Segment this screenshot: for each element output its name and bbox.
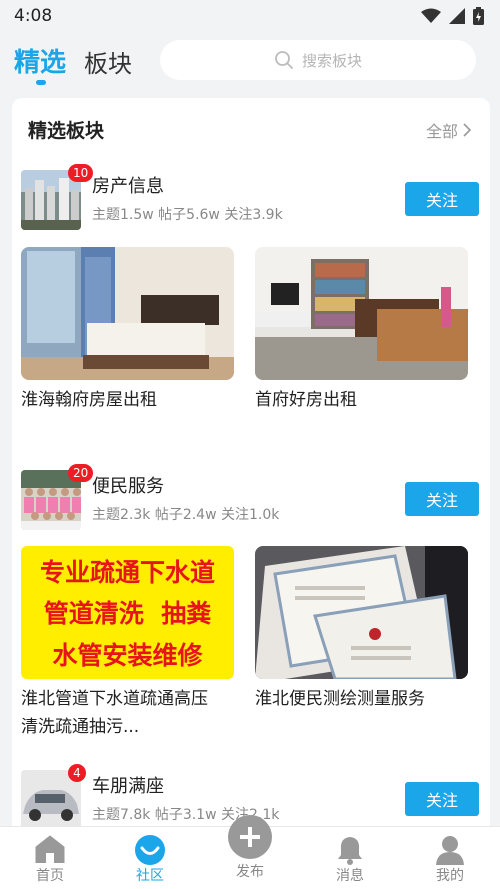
search-input[interactable]: 搜索板块 — [160, 40, 476, 80]
board-stats: 主题2.3k 帖子2.4w 关注1.0k — [92, 507, 280, 523]
post-title-line: 首府好房出租 — [255, 390, 357, 410]
post-card[interactable]: 首府好房出租 — [255, 247, 468, 414]
publish-icon — [228, 815, 272, 859]
post-title: 淮北便民测绘测量服务 — [255, 685, 468, 713]
nav-label: 首页 — [36, 868, 64, 884]
post-image — [21, 247, 234, 380]
card-title: 精选板块 — [28, 120, 105, 142]
nav-messages[interactable]: 消息 — [300, 827, 400, 889]
search-placeholder: 搜索板块 — [301, 51, 362, 70]
post-title-line: 淮北管道下水道疏通高压 — [21, 689, 208, 709]
featured-boards-card: 精选板块 全部 10 房产信息 主题1.5w 帖子5.6w 关注3.9k 关注 — [12, 98, 490, 838]
nav-label: 消息 — [336, 868, 364, 884]
post-title-line: 淮北便民测绘测量服务 — [255, 689, 425, 709]
board-name: 车朋满座 — [92, 776, 164, 797]
post-title-line: 淮海翰府房屋出租 — [21, 390, 157, 410]
ad-line: 水管安装维修 — [52, 641, 203, 671]
profile-icon — [436, 836, 464, 865]
unread-badge: 10 — [68, 164, 94, 182]
post-card[interactable]: 淮海翰府房屋出租 — [21, 247, 234, 414]
ad-line: 管道清洗 抽粪 — [43, 599, 212, 629]
view-all-label: 全部 — [425, 122, 458, 141]
status-bar: 4:08 — [0, 0, 500, 34]
nav-community[interactable]: 社区 — [100, 827, 200, 889]
post-image — [255, 247, 468, 380]
unread-badge: 20 — [68, 464, 94, 482]
bottom-nav: 首页 社区 发布 消息 我的 — [0, 815, 500, 889]
follow-button[interactable]: 关注 — [405, 182, 479, 216]
view-all-link[interactable]: 全部 — [426, 118, 472, 142]
battery-icon — [473, 7, 484, 25]
board-stats: 主题1.5w 帖子5.6w 关注3.9k — [92, 207, 283, 223]
bell-icon — [338, 837, 362, 865]
nav-label: 社区 — [136, 868, 164, 884]
status-time: 4:08 — [14, 6, 53, 26]
board-name: 便民服务 — [92, 476, 164, 497]
signal-icon — [449, 8, 465, 24]
post-title: 首府好房出租 — [255, 386, 468, 414]
post-card[interactable]: 淮北便民测绘测量服务 — [255, 546, 468, 713]
follow-button[interactable]: 关注 — [405, 782, 479, 816]
ad-line: 专业疏通下水道 — [39, 557, 215, 587]
nav-home[interactable]: 首页 — [0, 827, 100, 889]
post-title: 淮海翰府房屋出租 — [21, 386, 234, 414]
top-tabs: 精选 板块 搜索板块 — [0, 34, 500, 98]
post-image: 专业疏通下水道 管道清洗 抽粪 水管安装维修 — [21, 546, 234, 679]
chevron-right-icon — [463, 123, 472, 137]
follow-button[interactable]: 关注 — [405, 482, 479, 516]
ad-text: 专业疏通下水道 管道清洗 抽粪 水管安装维修 — [21, 546, 234, 679]
board-name: 房产信息 — [92, 176, 164, 197]
community-icon — [135, 835, 165, 865]
status-icons — [421, 7, 484, 25]
post-image — [255, 546, 468, 679]
nav-label: 发布 — [236, 864, 264, 880]
post-card[interactable]: 专业疏通下水道 管道清洗 抽粪 水管安装维修 淮北管道下水道疏通高压 清洗疏通抽… — [21, 546, 234, 741]
nav-publish[interactable]: 发布 — [200, 815, 300, 889]
tab-indicator — [36, 80, 46, 85]
home-icon — [35, 835, 65, 863]
nav-profile[interactable]: 我的 — [400, 827, 500, 889]
search-icon — [275, 51, 293, 69]
post-title: 淮北管道下水道疏通高压 清洗疏通抽污... — [21, 685, 234, 741]
unread-badge: 4 — [68, 764, 86, 782]
nav-label: 我的 — [436, 868, 464, 884]
tab-featured[interactable]: 精选 — [14, 42, 66, 79]
post-title-line: 清洗疏通抽污... — [21, 717, 140, 737]
tab-board[interactable]: 板块 — [84, 44, 132, 79]
wifi-icon — [421, 8, 441, 23]
